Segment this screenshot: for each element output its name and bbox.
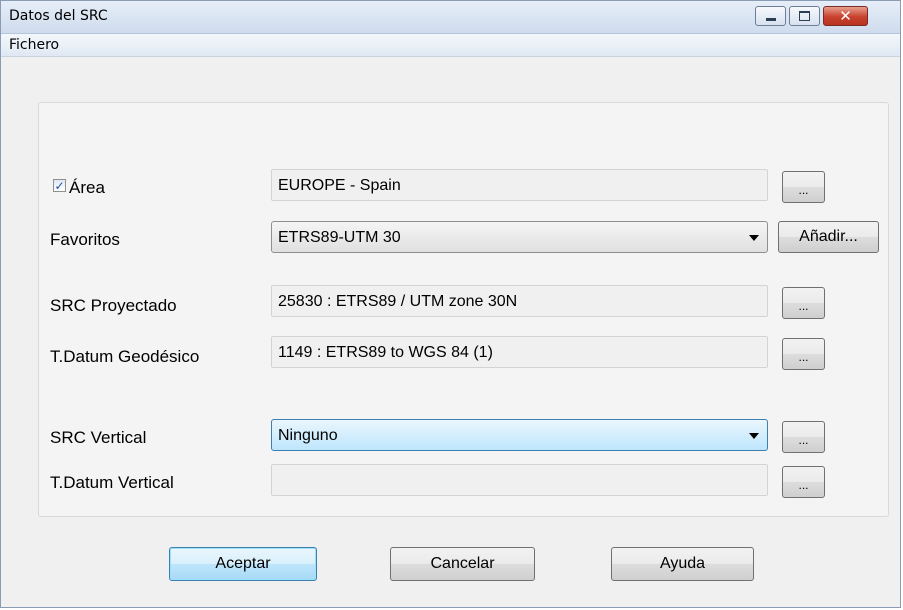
checkmark-icon: ✓ <box>54 178 65 193</box>
maximize-button[interactable] <box>789 6 820 26</box>
minimize-button[interactable] <box>755 6 786 26</box>
favoritos-selected: ETRS89-UTM 30 <box>278 229 401 246</box>
accept-button[interactable]: Aceptar <box>169 547 317 581</box>
add-favorite-button[interactable]: Añadir... <box>778 221 879 253</box>
area-field: EUROPE - Spain <box>271 169 768 201</box>
close-button[interactable]: ✕ <box>823 6 868 26</box>
src-proyectado-label: SRC Proyectado <box>50 296 177 315</box>
favoritos-dropdown[interactable]: ETRS89-UTM 30 <box>271 221 768 253</box>
favoritos-label: Favoritos <box>50 230 120 249</box>
close-icon: ✕ <box>839 6 852 25</box>
chevron-down-icon <box>749 433 759 439</box>
menu-item-fichero[interactable]: Fichero <box>9 37 59 53</box>
t-datum-geodesico-label: T.Datum Geodésico <box>50 347 200 366</box>
src-proyectado-field: 25830 : ETRS89 / UTM zone 30N <box>271 285 768 317</box>
area-label: Área <box>69 178 105 197</box>
src-vertical-dropdown[interactable]: Ninguno <box>271 419 768 451</box>
src-vertical-browse-button[interactable]: ... <box>782 421 825 453</box>
dialog-window: Datos del SRC ✕ Fichero ✓ Área EUROPE - … <box>0 0 901 608</box>
t-datum-vertical-field <box>271 464 768 496</box>
src-proyectado-browse-button[interactable]: ... <box>782 287 825 319</box>
cancel-button[interactable]: Cancelar <box>390 547 535 581</box>
t-datum-vertical-label: T.Datum Vertical <box>50 473 174 492</box>
menu-bar: Fichero <box>1 34 900 57</box>
area-checkbox[interactable]: ✓ <box>53 179 66 192</box>
maximize-icon <box>799 11 810 21</box>
minimize-icon <box>765 17 776 21</box>
window-title: Datos del SRC <box>9 8 108 24</box>
area-browse-button[interactable]: ... <box>782 171 825 203</box>
help-button[interactable]: Ayuda <box>611 547 754 581</box>
title-bar[interactable]: Datos del SRC ✕ <box>1 1 900 34</box>
src-vertical-selected: Ninguno <box>278 427 338 444</box>
src-vertical-label: SRC Vertical <box>50 428 147 447</box>
t-datum-geodesico-field: 1149 : ETRS89 to WGS 84 (1) <box>271 336 768 368</box>
chevron-down-icon <box>749 235 759 241</box>
t-datum-vertical-browse-button[interactable]: ... <box>782 466 825 498</box>
t-datum-geodesico-browse-button[interactable]: ... <box>782 338 825 370</box>
